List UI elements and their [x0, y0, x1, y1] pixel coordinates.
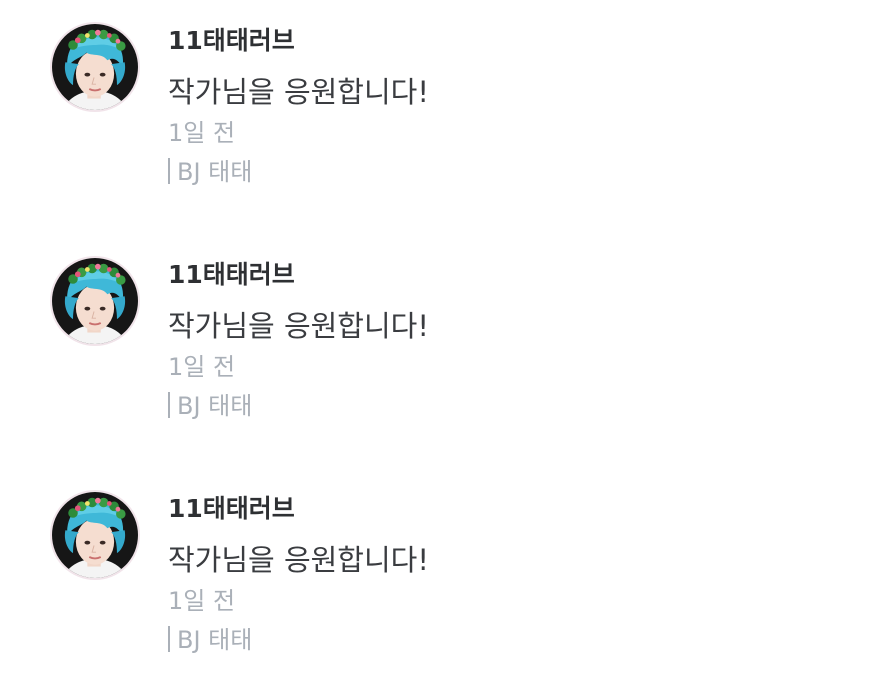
comment-item: 11태태러브 작가님을 응원합니다! 1일 전 BJ 태태 [0, 234, 879, 434]
user-avatar-photo-icon [52, 258, 138, 344]
comment-body: 11태태러브 작가님을 응원합니다! 1일 전 BJ 태태 [168, 258, 848, 424]
comment-username[interactable]: 11태태러브 [168, 24, 848, 58]
comment-item: 11태태러브 작가님을 응원합니다! 1일 전 BJ 태태 [0, 468, 879, 668]
comment-message: 작가님을 응원합니다! [168, 75, 429, 109]
comment-list: 11태태러브 작가님을 응원합니다! 1일 전 BJ 태태 11태태러브 작가님… [0, 0, 879, 694]
avatar[interactable] [50, 490, 140, 580]
comment-item: 11태태러브 작가님을 응원합니다! 1일 전 BJ 태태 [0, 0, 879, 200]
tag-divider [168, 158, 170, 184]
tag-divider [168, 392, 170, 418]
comment-body: 11태태러브 작가님을 응원합니다! 1일 전 BJ 태태 [168, 492, 848, 658]
avatar[interactable] [50, 256, 140, 346]
comment-tag: BJ 태태 [168, 388, 848, 424]
comment-username[interactable]: 11태태러브 [168, 492, 848, 526]
comment-message: 작가님을 응원합니다! [168, 543, 429, 577]
comment-tag: BJ 태태 [168, 154, 848, 190]
comment-body: 11태태러브 작가님을 응원합니다! 1일 전 BJ 태태 [168, 24, 848, 190]
comment-tag-label: BJ 태태 [177, 626, 253, 654]
comment-tag-label: BJ 태태 [177, 158, 253, 186]
comment-tag: BJ 태태 [168, 622, 848, 658]
comment-username[interactable]: 11태태러브 [168, 258, 848, 292]
avatar[interactable] [50, 22, 140, 112]
user-avatar-photo-icon [52, 24, 138, 110]
comment-message: 작가님을 응원합니다! [168, 309, 429, 343]
comment-timestamp: 1일 전 [168, 587, 236, 615]
comment-tag-label: BJ 태태 [177, 392, 253, 420]
tag-divider [168, 626, 170, 652]
user-avatar-photo-icon [52, 492, 138, 578]
comment-timestamp: 1일 전 [168, 353, 236, 381]
comment-timestamp: 1일 전 [168, 119, 236, 147]
